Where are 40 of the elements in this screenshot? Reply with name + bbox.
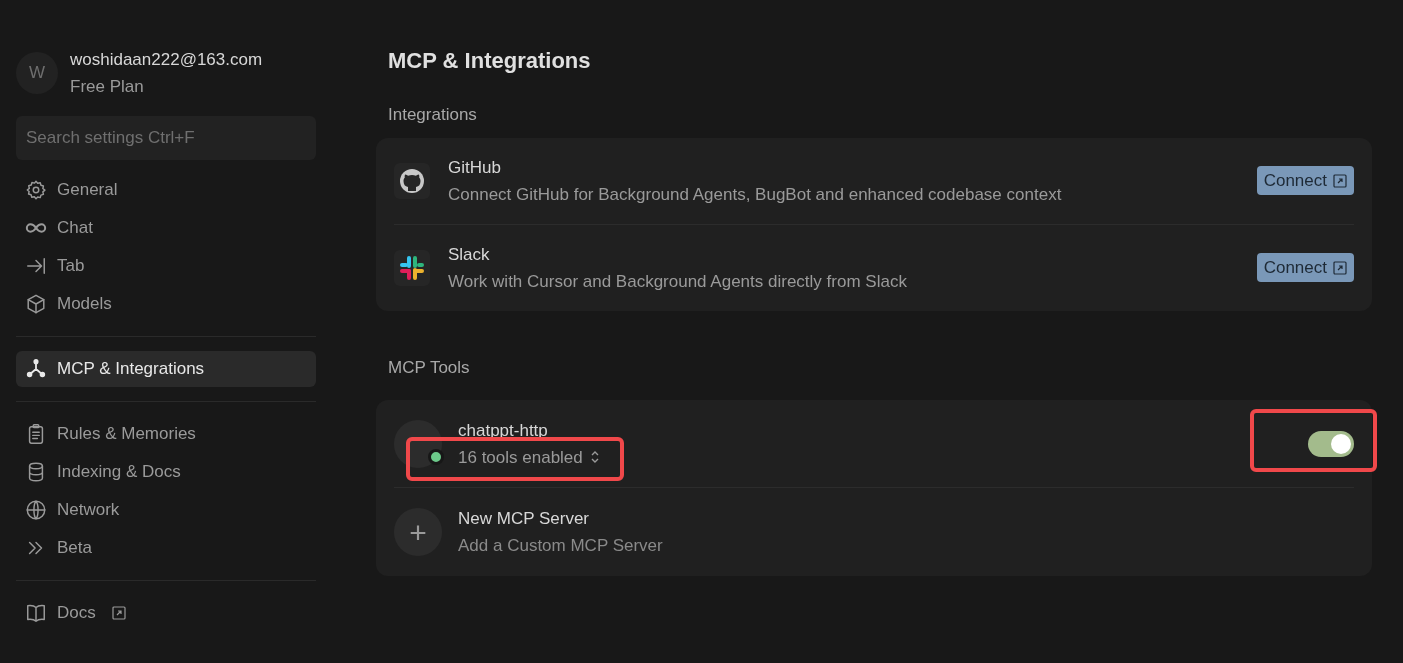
sidebar-item[interactable]: General [16, 172, 316, 208]
account-email: woshidaan222@163.com [70, 49, 263, 71]
cube-icon [25, 293, 47, 315]
integration-name: GitHub [448, 156, 502, 179]
integration-description: Connect GitHub for Background Agents, BugBot and enhanced codebase context [448, 183, 1063, 206]
globe-icon [25, 499, 47, 521]
server-name: chatppt-http [458, 419, 549, 442]
sidebar-item[interactable]: Network [16, 492, 316, 528]
plus-icon: + [394, 508, 442, 556]
sidebar-item[interactable]: Models [16, 286, 316, 322]
new-server-title: New MCP Server [458, 508, 590, 530]
sidebar-item[interactable]: Indexing & Docs [16, 454, 316, 490]
external-link-icon [1333, 260, 1347, 275]
arrow-to-bar-icon [25, 255, 47, 277]
integration-name: Slack [448, 243, 491, 266]
new-server-row[interactable]: + New MCP Server Add a Custom MCP Server [394, 488, 1354, 576]
book-icon [25, 602, 47, 624]
nodes-icon [25, 358, 47, 380]
sidebar-item[interactable]: Rules & Memories [16, 416, 316, 452]
sidebar-item[interactable]: Docs [16, 595, 316, 631]
toggle-switch[interactable] [1308, 430, 1354, 457]
integration-description: Work with Cursor and Background Agents directly from Slack [448, 270, 908, 293]
new-server-subtitle: Add a Custom MCP Server [458, 535, 663, 557]
gear-icon [25, 179, 47, 201]
section-heading: Integrations [387, 104, 478, 126]
slack-icon [394, 249, 430, 286]
sidebar-item[interactable]: Chat [16, 210, 316, 246]
sidebar-item[interactable]: MCP & Integrations [16, 351, 316, 387]
external-link-icon [1333, 173, 1347, 188]
search-field[interactable]: Search settings Ctrl+F [16, 116, 316, 160]
connect-button[interactable]: Connect [1256, 166, 1354, 195]
avatar: W [16, 52, 58, 94]
tools-dropdown[interactable]: 16 tools enabled [458, 443, 601, 471]
sidebar-item[interactable]: Beta [16, 530, 316, 566]
plan-label: Free Plan [70, 76, 145, 98]
page-title: MCP & Integrations [388, 47, 592, 75]
section-heading: MCP Tools [388, 356, 471, 379]
sidebar-item[interactable]: Tab [16, 248, 316, 284]
github-icon [394, 162, 430, 199]
connect-button[interactable]: Connect [1256, 253, 1354, 282]
